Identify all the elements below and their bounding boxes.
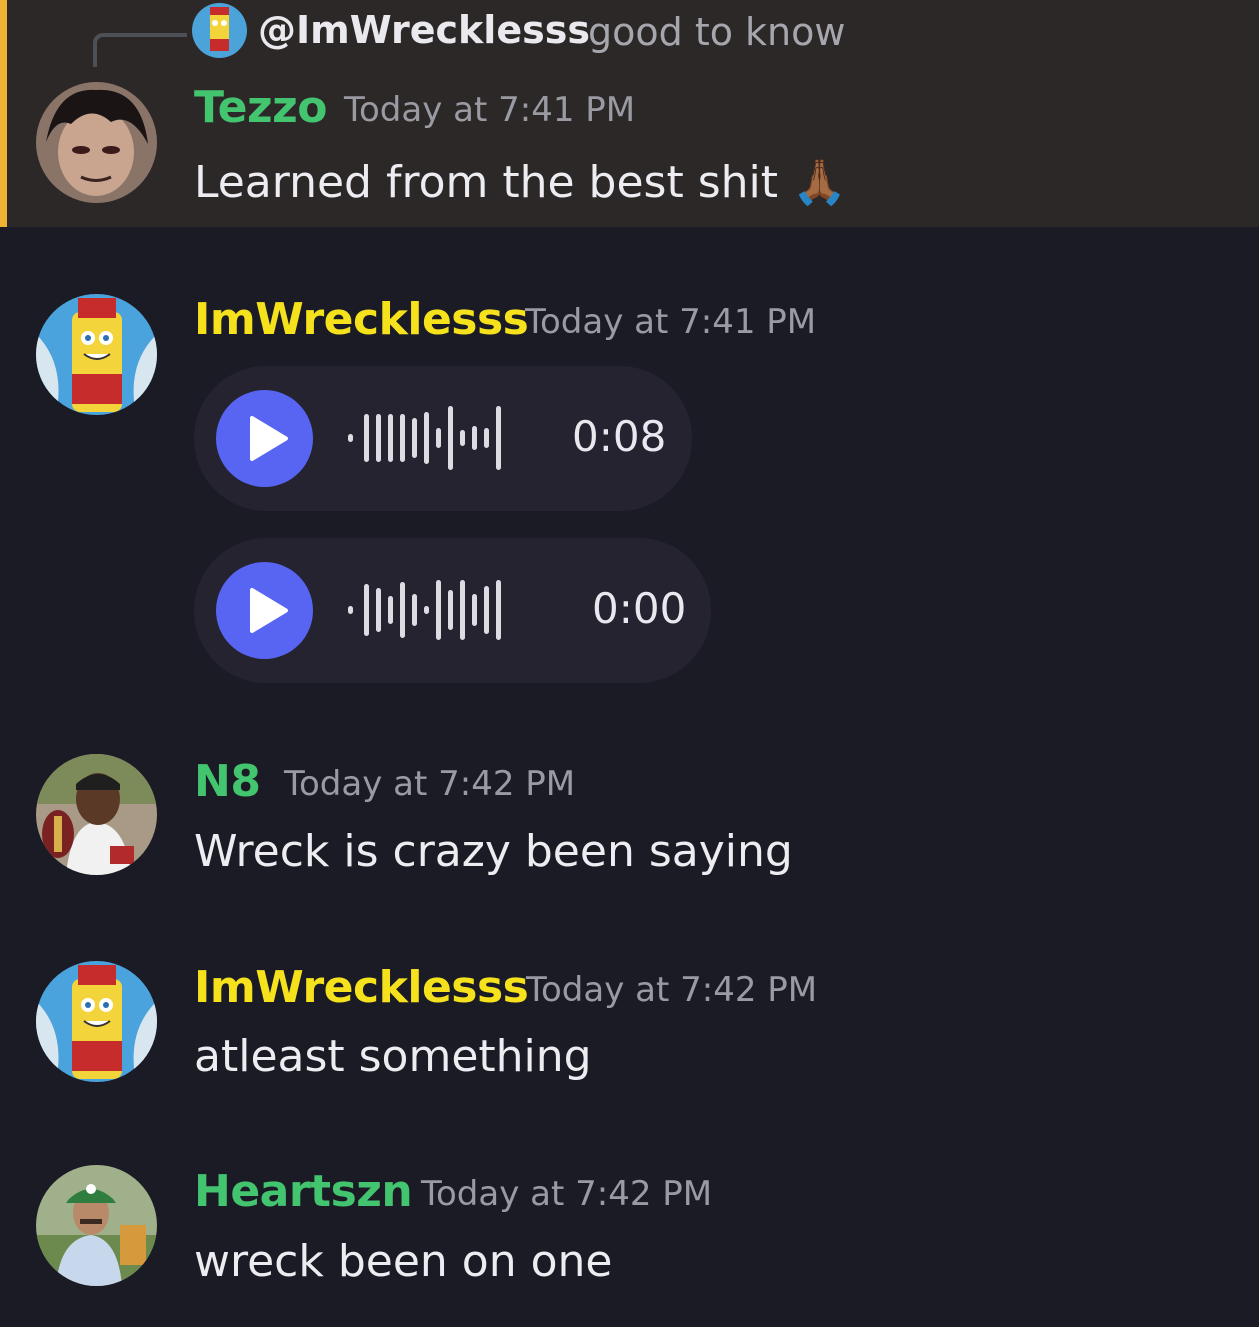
avatar[interactable]	[36, 754, 157, 875]
play-icon	[250, 588, 288, 633]
message-text: wreck been on one	[194, 1236, 613, 1287]
username[interactable]: ImWrecklesss	[194, 294, 529, 345]
reply-connector-line	[93, 33, 187, 67]
message-text: Wreck is crazy been saying	[194, 826, 793, 877]
message-text: atleast something	[194, 1031, 592, 1082]
waveform-icon[interactable]	[344, 570, 564, 650]
username[interactable]: Heartszn	[194, 1166, 413, 1217]
username[interactable]: ImWrecklesss	[194, 962, 529, 1013]
voice-message: 0:00	[194, 538, 711, 683]
timestamp: Today at 7:42 PM	[526, 970, 818, 1010]
username[interactable]: Tezzo	[194, 82, 327, 133]
reply-preview-text[interactable]: good to know	[588, 10, 845, 54]
username[interactable]: N8	[194, 756, 261, 807]
play-icon	[250, 416, 288, 461]
chat-view: @ImWrecklesss good to know Tezzo Today a…	[0, 0, 1259, 1327]
voice-duration: 0:00	[592, 584, 687, 633]
avatar[interactable]	[36, 1165, 157, 1286]
voice-message: 0:08	[194, 366, 692, 511]
voice-duration: 0:08	[572, 412, 667, 461]
avatar[interactable]	[36, 82, 157, 203]
waveform-icon[interactable]	[344, 398, 544, 478]
timestamp: Today at 7:41 PM	[344, 90, 636, 130]
avatar[interactable]	[36, 294, 157, 415]
pray-emoji: 🙏🏾	[792, 157, 847, 208]
reply-avatar[interactable]	[192, 3, 247, 58]
timestamp: Today at 7:41 PM	[525, 302, 817, 342]
timestamp: Today at 7:42 PM	[421, 1174, 713, 1214]
reply-mention[interactable]: @ImWrecklesss	[258, 8, 590, 52]
play-button[interactable]	[216, 390, 313, 487]
play-button[interactable]	[216, 562, 313, 659]
message-text: Learned from the best shit 🙏🏾	[194, 156, 847, 208]
message-body: Learned from the best shit	[194, 157, 778, 208]
mention-highlight-bar	[0, 0, 7, 227]
timestamp: Today at 7:42 PM	[284, 764, 576, 804]
avatar[interactable]	[36, 961, 157, 1082]
